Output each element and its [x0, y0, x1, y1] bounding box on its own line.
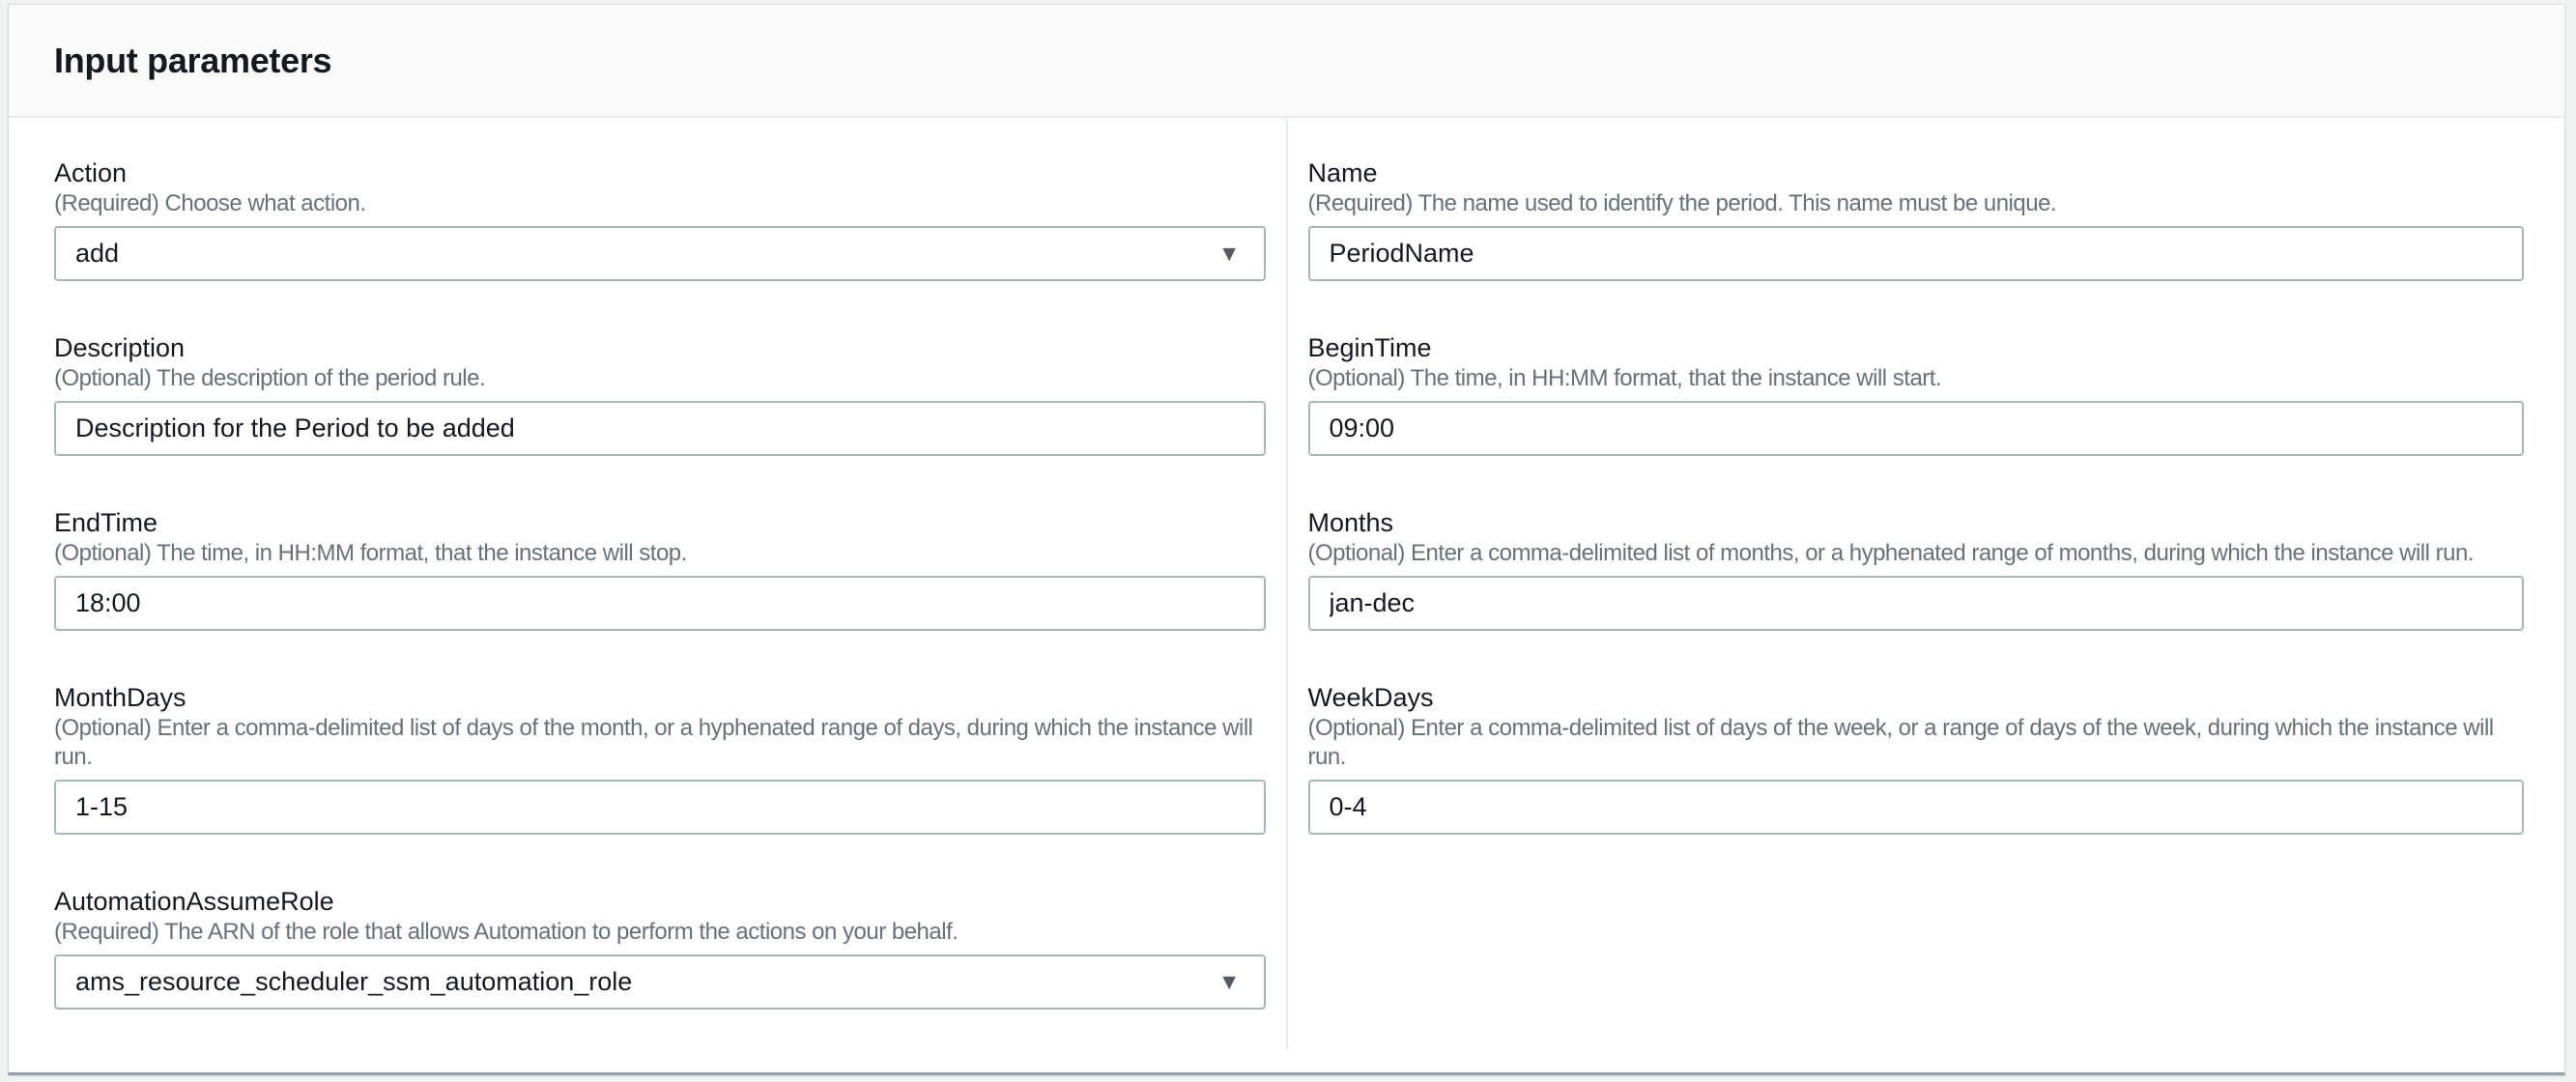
column-divider [1286, 118, 1288, 1050]
panel-header: Input parameters [9, 5, 2564, 118]
field-description: Description (Optional) The description o… [54, 331, 1266, 456]
field-label-endtime: EndTime [54, 506, 1266, 539]
name-input[interactable] [1308, 226, 2525, 281]
panel-body: Action (Required) Choose what action. ad… [9, 118, 2564, 1071]
field-description-action: (Required) Choose what action. [54, 189, 1266, 218]
dropdown-arrow-icon: ▼ [1218, 970, 1241, 992]
form-cell: BeginTime (Optional) The time, in HH:MM … [1287, 331, 2565, 506]
dropdown-arrow-icon: ▼ [1218, 242, 1241, 264]
field-endtime: EndTime (Optional) The time, in HH:MM fo… [54, 506, 1266, 631]
panel-title: Input parameters [54, 41, 331, 81]
field-description-months: (Optional) Enter a comma-delimited list … [1308, 539, 2525, 568]
form-cell: Description (Optional) The description o… [9, 331, 1287, 506]
form-cell: Action (Required) Choose what action. ad… [9, 157, 1287, 331]
endtime-input[interactable] [54, 576, 1266, 631]
field-name: Name (Required) The name used to identif… [1308, 157, 2525, 281]
field-label-monthdays: MonthDays [54, 681, 1266, 714]
field-description-monthdays: (Optional) Enter a comma-delimited list … [54, 714, 1266, 772]
field-monthdays: MonthDays (Optional) Enter a comma-delim… [54, 681, 1266, 835]
field-label-name: Name [1308, 157, 2525, 189]
form-cell: MonthDays (Optional) Enter a comma-delim… [9, 681, 1287, 885]
begintime-input[interactable] [1308, 401, 2525, 456]
empty-cell [1287, 885, 2565, 1060]
description-input[interactable] [54, 401, 1266, 456]
field-description-begintime: (Optional) The time, in HH:MM format, th… [1308, 364, 2525, 393]
field-description-description: (Optional) The description of the period… [54, 364, 1266, 393]
input-parameters-panel: Input parameters Action (Required) Choos… [8, 4, 2565, 1075]
automationassumerole-select[interactable]: ams_resource_scheduler_ssm_automation_ro… [54, 954, 1266, 1010]
action-select[interactable]: add ▼ [54, 226, 1266, 281]
automationassumerole-select-value: ams_resource_scheduler_ssm_automation_ro… [75, 967, 632, 997]
months-input[interactable] [1308, 576, 2525, 631]
form-cell: Name (Required) The name used to identif… [1287, 157, 2565, 331]
field-label-description: Description [54, 331, 1266, 364]
field-months: Months (Optional) Enter a comma-delimite… [1308, 506, 2525, 631]
field-description-name: (Required) The name used to identify the… [1308, 189, 2525, 218]
field-begintime: BeginTime (Optional) The time, in HH:MM … [1308, 331, 2525, 456]
field-description-weekdays: (Optional) Enter a comma-delimited list … [1308, 714, 2525, 772]
field-label-weekdays: WeekDays [1308, 681, 2525, 714]
weekdays-input[interactable] [1308, 780, 2525, 835]
field-label-action: Action [54, 157, 1266, 189]
monthdays-input[interactable] [54, 780, 1266, 835]
form-cell: AutomationAssumeRole (Required) The ARN … [9, 885, 1287, 1060]
field-description-endtime: (Optional) The time, in HH:MM format, th… [54, 539, 1266, 568]
form-cell: EndTime (Optional) The time, in HH:MM fo… [9, 506, 1287, 681]
field-automationassumerole: AutomationAssumeRole (Required) The ARN … [54, 885, 1266, 1010]
field-action: Action (Required) Choose what action. ad… [54, 157, 1266, 281]
field-weekdays: WeekDays (Optional) Enter a comma-delimi… [1308, 681, 2525, 835]
field-label-automationassumerole: AutomationAssumeRole [54, 885, 1266, 918]
form-cell: WeekDays (Optional) Enter a comma-delimi… [1287, 681, 2565, 885]
form-cell: Months (Optional) Enter a comma-delimite… [1287, 506, 2565, 681]
action-select-value: add [75, 239, 119, 269]
field-label-begintime: BeginTime [1308, 331, 2525, 364]
field-label-months: Months [1308, 506, 2525, 539]
field-description-automationassumerole: (Required) The ARN of the role that allo… [54, 918, 1266, 947]
